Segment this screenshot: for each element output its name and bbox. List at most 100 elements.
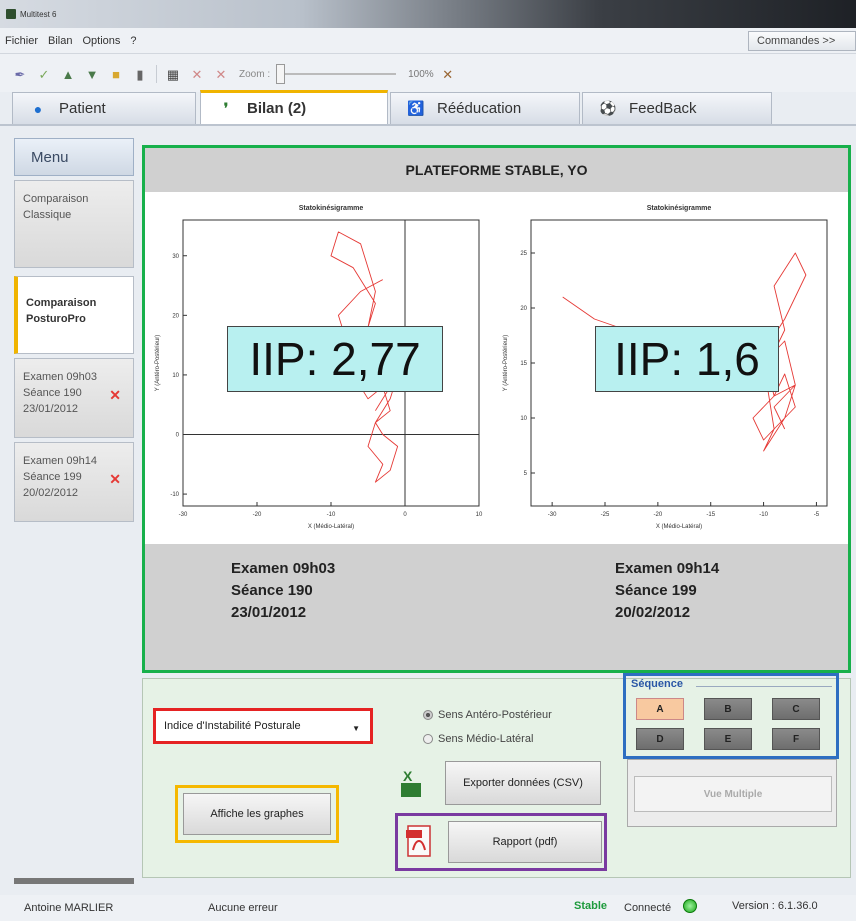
radio-dot-icon	[423, 710, 433, 720]
toolbar: ✒ ✓ ▲ ▼ ■ ▮ ▦ ✕ ✕ Zoom : 100% ✕	[0, 54, 856, 94]
sequence-group: Séquence A B C D E F	[623, 673, 839, 759]
item-line: 23/01/2012	[23, 403, 79, 415]
exam-time: Examen 09h03	[231, 560, 336, 577]
report-icon[interactable]: ▦	[165, 66, 181, 82]
status-stable: Stable	[574, 900, 608, 912]
tab-reeducation[interactable]: ♿ Rééducation	[390, 92, 580, 124]
tab-label: Bilan (2)	[247, 100, 307, 117]
tab-label: FeedBack	[629, 100, 697, 117]
tab-label: Rééducation	[437, 100, 522, 117]
x-axis-label: X (Médio-Latéral)	[656, 524, 702, 530]
reset-zoom-icon[interactable]: ✕	[440, 66, 456, 82]
trash-icon[interactable]: ▮	[132, 66, 148, 82]
item-line: Examen 09h14	[23, 455, 97, 467]
x-tick-label: -20	[253, 512, 262, 518]
menu-title: Menu	[14, 138, 134, 176]
y-tick-label: 30	[172, 254, 179, 260]
chart-title: Statokinésigramme	[299, 205, 364, 212]
radio-medio-lateral[interactable]: Sens Médio-Latéral	[423, 733, 533, 745]
excel-icon: X	[401, 769, 421, 797]
tab-feedback[interactable]: ⚽ FeedBack	[582, 92, 772, 124]
item-line: Comparaison	[26, 297, 97, 309]
vue-multiple-button[interactable]: Vue Multiple	[634, 776, 832, 812]
x-tick-label: -30	[548, 512, 557, 518]
x-tick-label: -15	[706, 512, 715, 518]
folder-icon[interactable]: ■	[108, 66, 124, 82]
show-graphs-button[interactable]: Affiche les graphes	[183, 793, 331, 835]
sequence-button-d[interactable]: D	[636, 728, 684, 750]
sequence-button-c[interactable]: C	[772, 698, 820, 720]
panel-title: PLATEFORME STABLE, YO	[145, 148, 848, 192]
radio-antero-posterieur[interactable]: Sens Antéro-Postérieur	[423, 709, 552, 721]
x-tick-label: 10	[476, 512, 483, 518]
menu-help[interactable]: ?	[125, 35, 141, 47]
chart-down-icon[interactable]: ▼	[84, 66, 100, 82]
y-tick-label: 20	[520, 306, 527, 312]
item-line: Classique	[23, 209, 72, 221]
tab-label: Patient	[59, 100, 106, 117]
sequence-button-b[interactable]: B	[704, 698, 752, 720]
chevron-down-icon: ▼	[352, 724, 360, 733]
status-bar: Antoine MARLIER Aucune erreur Stable Con…	[0, 895, 856, 921]
graphs-highlight: Affiche les graphes	[175, 785, 339, 843]
y-tick-label: 10	[172, 373, 179, 379]
x-tick-label: -5	[814, 512, 820, 518]
x-tick-label: -25	[601, 512, 610, 518]
zoom-slider[interactable]	[276, 64, 397, 84]
delete-exam-icon[interactable]: ✕	[109, 471, 121, 487]
close-red-icon[interactable]: ✕	[189, 66, 205, 82]
sidebar-item-exam-2[interactable]: Examen 09h14 Séance 199 20/02/2012 ✕	[14, 442, 134, 522]
item-line: PosturoPro	[26, 313, 86, 325]
select-value: Indice d'Instabilité Posturale	[164, 720, 301, 732]
indicator-select[interactable]: Indice d'Instabilité Posturale ▼	[153, 708, 373, 744]
tab-bar: ● Patient ❜ Bilan (2) ♿ Rééducation ⚽ Fe…	[0, 90, 856, 124]
menu-bilan[interactable]: Bilan	[43, 35, 77, 47]
export-csv-button[interactable]: Exporter données (CSV)	[445, 761, 601, 805]
chart-up-icon[interactable]: ▲	[60, 66, 76, 82]
sequence-button-e[interactable]: E	[704, 728, 752, 750]
sidebar-item-comparaison-classique[interactable]: Comparaison Classique	[14, 180, 134, 268]
menu-options[interactable]: Options	[77, 35, 125, 47]
y-axis-label: Y (Antéro-Postérieur)	[155, 335, 161, 392]
sidebar-item-comparaison-posturopro[interactable]: Comparaison PosturoPro	[14, 276, 134, 354]
x-tick-label: 0	[403, 512, 407, 518]
title-bar: Multitest 6	[0, 0, 856, 28]
y-tick-label: 20	[172, 313, 179, 319]
status-error: Aucune erreur	[208, 902, 278, 914]
tab-patient[interactable]: ● Patient	[12, 92, 196, 124]
x-tick-label: -20	[654, 512, 663, 518]
y-tick-label: 10	[520, 416, 527, 422]
report-pdf-button[interactable]: Rapport (pdf)	[448, 821, 602, 863]
sequence-rule	[696, 686, 832, 687]
exam-time: Examen 09h14	[615, 560, 720, 577]
x-tick-label: -10	[759, 512, 768, 518]
controls-panel: Indice d'Instabilité Posturale ▼ Affiche…	[142, 673, 851, 878]
person-icon: ●	[33, 100, 43, 117]
wand-icon[interactable]: ✒	[12, 66, 28, 82]
commands-button[interactable]: Commandes >>	[748, 31, 856, 51]
delete-exam-icon[interactable]: ✕	[109, 387, 121, 403]
pdf-icon	[406, 825, 431, 857]
tab-underline	[0, 124, 856, 126]
tab-bilan[interactable]: ❜ Bilan (2)	[200, 90, 388, 124]
zoom-thumb[interactable]	[276, 64, 286, 84]
status-user: Antoine MARLIER	[24, 902, 114, 914]
panel-footer: Examen 09h03 Séance 190 23/01/2012 Exame…	[145, 544, 848, 670]
x-tick-label: -10	[327, 512, 336, 518]
status-version: Version : 6.1.36.0	[732, 900, 818, 912]
sequence-button-a[interactable]: A	[636, 698, 684, 720]
menu-fichier[interactable]: Fichier	[0, 35, 43, 47]
x-tick-label: -30	[179, 512, 188, 518]
side-progress-bar	[14, 878, 134, 884]
connection-led-icon	[683, 899, 697, 913]
exam-session: Séance 190	[231, 582, 313, 599]
close-all-icon[interactable]: ✕	[213, 66, 229, 82]
y-tick-label: 5	[524, 471, 528, 477]
sidebar-item-exam-1[interactable]: Examen 09h03 Séance 190 23/01/2012 ✕	[14, 358, 134, 438]
exam-date: 23/01/2012	[231, 604, 307, 621]
check-icon[interactable]: ✓	[36, 66, 52, 82]
x-axis-label: X (Médio-Latéral)	[308, 524, 354, 530]
y-tick-label: 0	[176, 433, 180, 439]
sequence-button-f[interactable]: F	[772, 728, 820, 750]
iip-value-left: IIP: 2,77	[227, 326, 443, 392]
